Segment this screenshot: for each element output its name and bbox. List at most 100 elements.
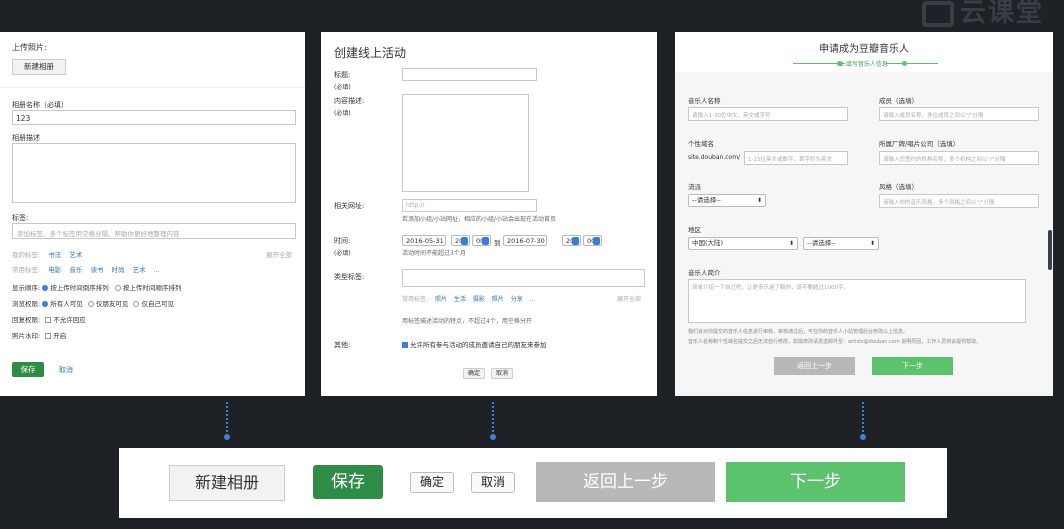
region-country-select[interactable]: 中国(大陆) ⬍: [688, 237, 798, 250]
style-input[interactable]: 请输入你的音乐风格，多个风格之间以"/"分隔: [879, 194, 1039, 208]
common-tag[interactable]: 电影: [48, 266, 61, 274]
reply-permission-row: 回复权限: 不允许回应: [12, 314, 86, 324]
reply-checkbox[interactable]: [45, 317, 52, 323]
order-desc-label: 按上传时间倒序排列: [50, 284, 109, 292]
connector-line: [862, 402, 864, 436]
common-tag[interactable]: 照片: [492, 296, 504, 303]
step-dot: [902, 61, 907, 66]
reply-label: 回复权限:: [12, 316, 41, 324]
domain-prefix: site.douban.com/: [688, 154, 741, 161]
cancel-link[interactable]: 取消: [59, 365, 73, 375]
scrollbar-thumb[interactable]: [1048, 230, 1052, 270]
style-label: 风格（选填）: [879, 183, 918, 191]
common-tag-more[interactable]: ...: [530, 296, 536, 303]
connector-line: [492, 402, 494, 436]
save-button-large[interactable]: 保存: [313, 465, 383, 499]
spinner-icon: [593, 237, 600, 245]
common-tags-label: 常用标签:: [12, 266, 41, 274]
back-button-large[interactable]: 返回上一步: [536, 462, 715, 502]
common-tag[interactable]: 时尚: [112, 266, 125, 274]
order-desc-radio[interactable]: [42, 285, 49, 291]
order-asc-radio[interactable]: [114, 285, 121, 291]
common-tag[interactable]: 艺术: [133, 266, 146, 274]
event-title-input[interactable]: [402, 68, 537, 81]
page-title: 创建线上活动: [334, 46, 407, 60]
common-tag[interactable]: 照片: [435, 296, 447, 303]
domain-input[interactable]: 1-15位英文或数字，首字符为英文: [744, 151, 848, 165]
next-button[interactable]: 下一步: [872, 357, 953, 375]
updown-icon: ⬍: [788, 240, 794, 247]
new-album-button[interactable]: 新建相册: [12, 59, 66, 75]
album-desc-textarea[interactable]: [12, 143, 296, 203]
order-row: 显示顺序: 按上传时间倒序排列 按上传时间顺序排列: [12, 282, 181, 292]
region-city-select[interactable]: --请选择-- ⬍: [803, 237, 879, 250]
common-tag[interactable]: 生活: [454, 296, 466, 303]
order-asc-label: 按上传时间顺序排列: [122, 284, 182, 292]
end-min-select[interactable]: 00: [583, 235, 602, 246]
expand-all-link[interactable]: 展开全部: [266, 249, 292, 259]
next-button-large[interactable]: 下一步: [726, 462, 905, 502]
common-tag[interactable]: 音乐: [69, 266, 82, 274]
url-hint: 若添加小组/小站网址，相应的小组/小站会出现在活动首页: [402, 216, 557, 223]
type-tags-input[interactable]: [402, 269, 645, 287]
common-tag[interactable]: 分享: [511, 296, 523, 303]
divider: [0, 87, 305, 88]
watermark-option: 开启: [53, 332, 67, 340]
my-tag[interactable]: 艺术: [69, 251, 82, 259]
record-label-input[interactable]: 请输入您签约的机构名称，多个机构之间以"/"分隔: [879, 151, 1039, 165]
cancel-button[interactable]: 取消: [491, 368, 513, 379]
musician-name-input[interactable]: 请输入1-30位中文、英文或字符: [688, 107, 848, 121]
updown-icon: ⬍: [869, 240, 875, 247]
view-all-radio[interactable]: [42, 301, 49, 307]
domain-label: 个性域名: [688, 140, 714, 148]
region-label: 地区: [688, 226, 701, 234]
common-tag-more[interactable]: ...: [154, 266, 160, 274]
common-tag[interactable]: 摄影: [473, 296, 485, 303]
view-self-radio[interactable]: [133, 301, 140, 307]
save-button[interactable]: 保存: [12, 362, 44, 377]
members-input[interactable]: 请输入成员名称，多位成员之间以"/"分隔: [879, 107, 1039, 121]
invite-friends-row: 允许所有参与活动的成员邀请自己的朋友来参加: [402, 339, 547, 349]
region-country-value: 中国(大陆): [692, 239, 724, 247]
modify-note: 音乐人名称和个性域名提交之后无法自行修改，如需修改请发送邮件至：artists@…: [688, 339, 982, 345]
connector-dot: [224, 434, 230, 440]
logo-text: 云课堂: [959, 0, 1044, 28]
common-tag[interactable]: 读书: [90, 266, 103, 274]
url-input[interactable]: http://: [402, 199, 537, 212]
step-line-right: [886, 63, 938, 64]
time-hint: 活动时间不能超过3个月: [402, 250, 466, 257]
type-label: 类型标签:: [334, 273, 365, 281]
members-label: 成员（选填）: [879, 97, 918, 105]
step-label: 2.填写音乐人信息: [840, 61, 888, 68]
view-all-label: 所有人可见: [50, 300, 83, 308]
url-label: 相关网址:: [334, 202, 365, 210]
genre-select[interactable]: --请选择-- ⬍: [688, 194, 766, 207]
new-album-button-large[interactable]: 新建相册: [169, 465, 285, 501]
view-friends-radio[interactable]: [87, 301, 94, 307]
start-hour-select[interactable]: 20: [451, 235, 470, 246]
expand-all-link[interactable]: 展开全部: [617, 294, 641, 303]
album-name-input[interactable]: 123: [12, 110, 296, 125]
back-button[interactable]: 返回上一步: [774, 357, 855, 375]
to-label: 到: [494, 239, 501, 247]
douban-musician-panel: 申请成为豆瓣音乐人 2.填写音乐人信息 音乐人名称 请输入1-30位中文、英文或…: [675, 32, 1053, 396]
end-hour-select[interactable]: 20: [562, 235, 581, 246]
content-textarea[interactable]: [402, 94, 529, 192]
confirm-button[interactable]: 确定: [463, 368, 485, 379]
album-desc-label: 相册描述: [12, 134, 40, 142]
genre-value: --请选择--: [692, 196, 721, 204]
end-date-input[interactable]: 2016-07-30: [503, 235, 547, 246]
intro-textarea[interactable]: 简单介绍一下自己吧，让更多乐迷了解你，请不要超过1000字。: [688, 279, 1026, 323]
watermark-checkbox[interactable]: [45, 333, 52, 339]
my-tag[interactable]: 书法: [48, 251, 61, 259]
content-label: 内容描述:: [334, 97, 365, 105]
start-min-select[interactable]: 00: [472, 235, 491, 246]
spinner-icon: [482, 237, 489, 245]
start-date-input[interactable]: 2016-05-31: [402, 235, 446, 246]
invite-friends-checkbox[interactable]: [402, 342, 408, 348]
cancel-button-large[interactable]: 取消: [471, 472, 515, 493]
tags-input[interactable]: 添加标签、多个标签用空格分隔、帮助你更好地整理内容: [12, 223, 296, 239]
required-note: (必填): [334, 110, 351, 117]
confirm-button-large[interactable]: 确定: [410, 472, 454, 493]
view-self-label: 仅自己可见: [141, 300, 174, 308]
